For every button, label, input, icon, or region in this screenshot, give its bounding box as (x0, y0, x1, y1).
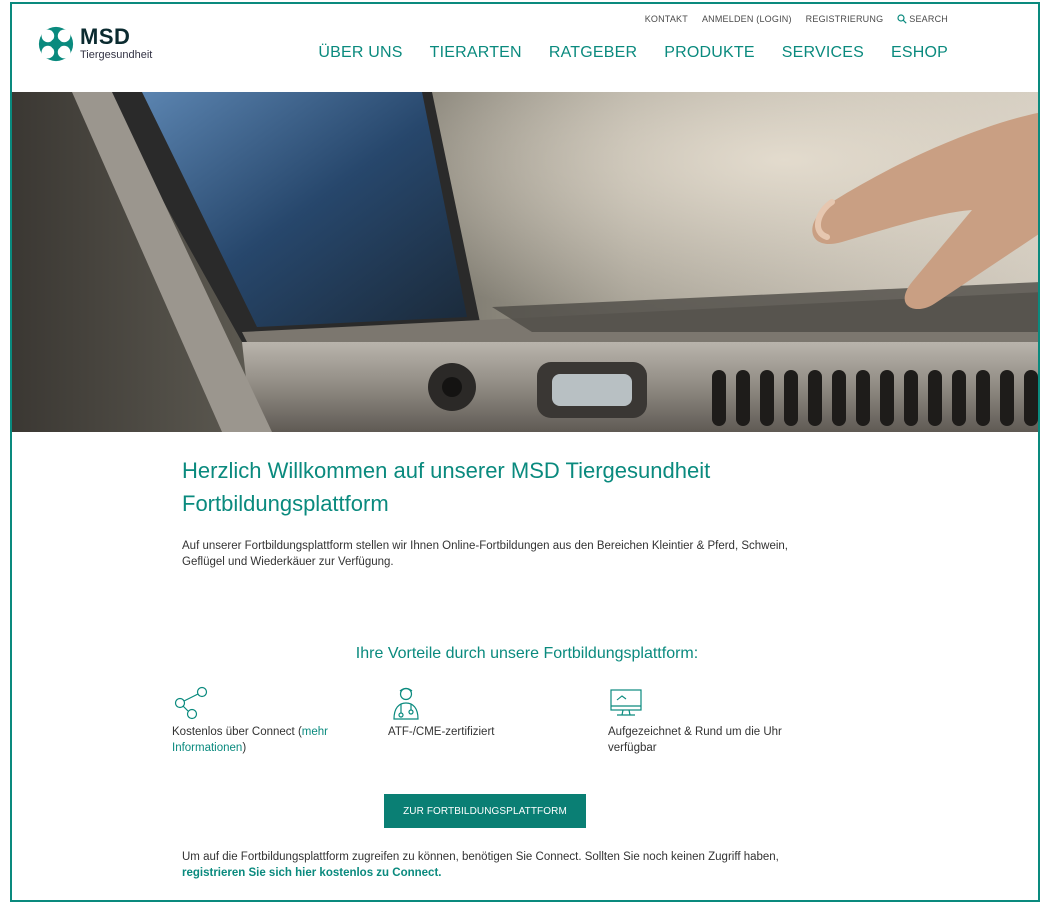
page-title: Herzlich Willkommen auf unserer MSD Tier… (182, 458, 711, 516)
connect-note: Um auf die Fortbildungsplattform zugreif… (182, 849, 832, 881)
nav-tierarten[interactable]: TIERARTEN (430, 44, 522, 62)
nav-produkte[interactable]: PRODUKTE (664, 44, 755, 62)
intro-text: Auf unserer Fortbildungsplattform stelle… (182, 540, 788, 568)
monitor-icon (610, 689, 642, 716)
benefit-recorded: Aufgezeichnet & Rund um die Uhr verfügba… (608, 686, 798, 756)
main-nav: ÜBER UNS TIERARTEN RATGEBER PRODUKTE SER… (318, 44, 948, 62)
doctor-icon (393, 687, 419, 720)
msd-logo[interactable]: MSD Tiergesundheit (38, 26, 152, 62)
hero-image (12, 92, 1038, 432)
share-icon (174, 686, 208, 720)
nav-eshop[interactable]: ESHOP (891, 44, 948, 62)
fortbildungsplattform-button[interactable]: ZUR FORTBILDUNGSPLATTFORM (384, 794, 586, 828)
nav-ueber-uns[interactable]: ÜBER UNS (318, 44, 402, 62)
util-link-login[interactable]: ANMELDEN (LOGIN) (702, 14, 792, 24)
laptop-photo (12, 92, 1038, 432)
brand-sub: Tiergesundheit (80, 49, 153, 61)
util-link-kontakt[interactable]: KONTAKT (645, 14, 688, 24)
register-connect-link[interactable]: registrieren Sie sich hier kostenlos zu … (182, 867, 441, 879)
nav-services[interactable]: SERVICES (782, 44, 864, 62)
brand-name: MSD (80, 24, 131, 49)
benefit-connect-text: Kostenlos über Connect ( (172, 726, 302, 738)
search-icon (897, 14, 907, 24)
benefits-title: Ihre Vorteile durch unsere Fortbildungsp… (355, 645, 699, 662)
utility-nav: KONTAKT ANMELDEN (LOGIN) REGISTRIERUNG S… (645, 14, 948, 24)
nav-ratgeber[interactable]: RATGEBER (549, 44, 637, 62)
msd-logo-icon (38, 26, 74, 62)
benefit-recorded-text: Aufgezeichnet & Rund um die Uhr verfügba… (608, 726, 782, 754)
benefit-connect: Kostenlos über Connect (mehr Information… (172, 686, 362, 756)
benefit-connect-after: ) (242, 742, 247, 754)
page-frame: MSD Tiergesundheit KONTAKT ANMELDEN (LOG… (10, 2, 1040, 902)
benefit-certified-text: ATF-/CME-zertifiziert (388, 726, 495, 738)
util-link-registrierung[interactable]: REGISTRIERUNG (806, 14, 884, 24)
benefit-certified: ATF-/CME-zertifiziert (388, 686, 578, 740)
search-link[interactable]: SEARCH (897, 14, 948, 24)
search-label: SEARCH (909, 14, 948, 24)
connect-note-text: Um auf die Fortbildungsplattform zugreif… (182, 851, 779, 863)
